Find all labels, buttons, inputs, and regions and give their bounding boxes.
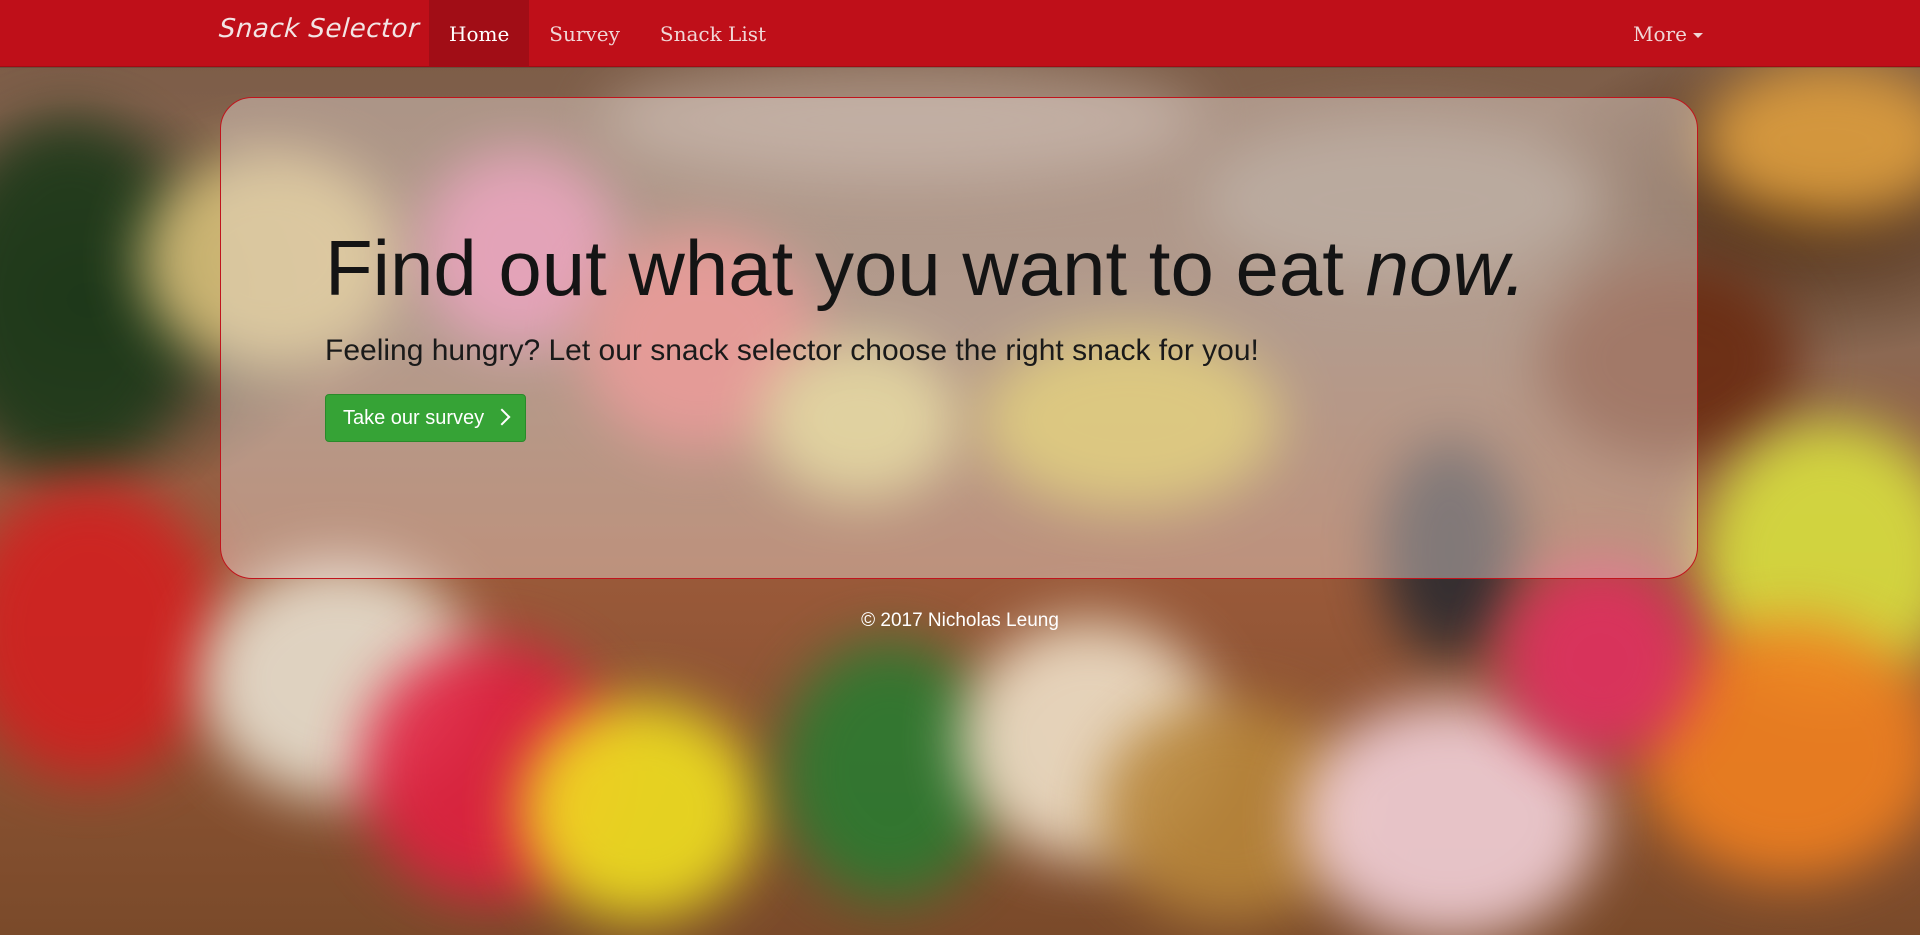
- hero-headline-emphasis: now.: [1365, 224, 1527, 312]
- hero-headline-text: Find out what you want to eat: [325, 224, 1344, 312]
- nav-item-snack-list: Snack List: [640, 0, 786, 66]
- main-nav: Home Survey Snack List: [429, 0, 786, 66]
- chevron-right-icon: [493, 408, 511, 426]
- nav-item-home: Home: [429, 0, 530, 66]
- nav-right: More: [1613, 0, 1723, 66]
- hero-headline: Find out what you want to eat now.: [325, 224, 1527, 312]
- more-dropdown-toggle[interactable]: More: [1613, 0, 1723, 66]
- nav-link-survey[interactable]: Survey: [529, 0, 640, 66]
- take-survey-button[interactable]: Take our survey: [325, 394, 527, 442]
- hero-lead-text: Feeling hungry? Let our snack selector c…: [325, 334, 1259, 367]
- nav-link-home[interactable]: Home: [429, 0, 530, 66]
- brand-logo-link[interactable]: Snack Selector: [218, 14, 420, 44]
- caret-down-icon: [1692, 33, 1703, 38]
- navbar: Snack Selector Home Survey Snack List Mo…: [0, 0, 1920, 67]
- nav-item-survey: Survey: [529, 0, 640, 66]
- more-label: More: [1633, 22, 1687, 46]
- copyright-text: © 2017 Nicholas Leung: [861, 610, 1059, 631]
- footer: © 2017 Nicholas Leung: [0, 610, 1920, 632]
- take-survey-label: Take our survey: [343, 407, 485, 429]
- nav-link-snack-list[interactable]: Snack List: [640, 0, 786, 66]
- hero-panel: Find out what you want to eat now. Feeli…: [220, 97, 1698, 579]
